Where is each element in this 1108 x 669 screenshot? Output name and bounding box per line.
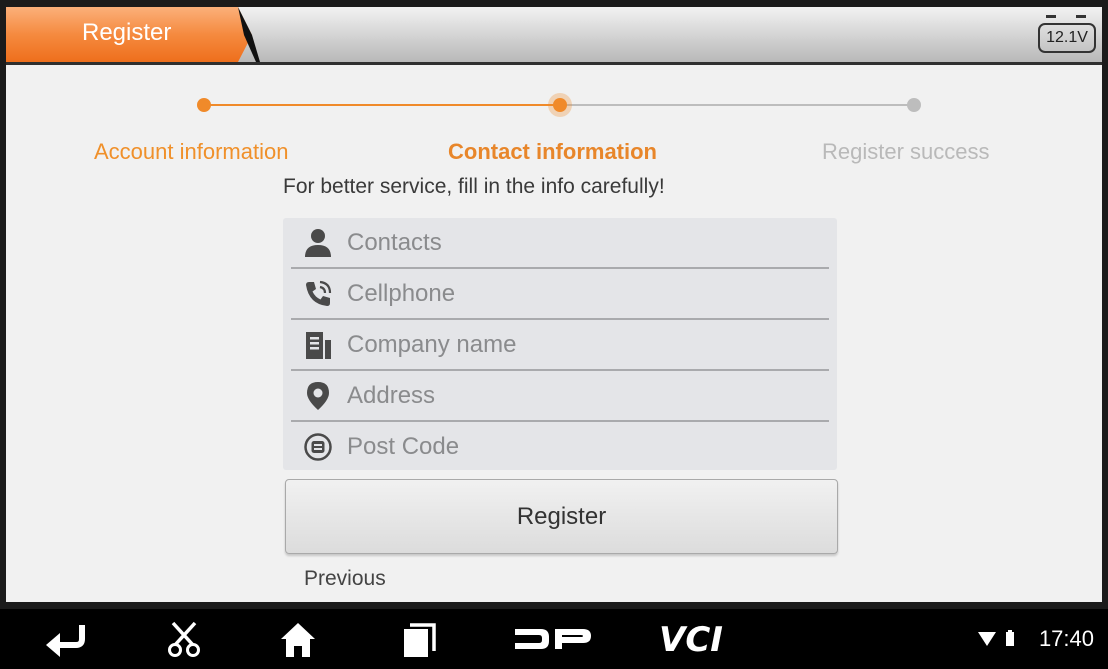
- navigation-bar: VCI 17:40: [0, 609, 1108, 669]
- register-button[interactable]: Register: [285, 479, 838, 554]
- address-input[interactable]: [345, 377, 819, 415]
- back-icon: [46, 625, 85, 657]
- home-icon: [281, 623, 315, 657]
- contacts-field[interactable]: [291, 218, 829, 269]
- person-icon: [305, 229, 331, 257]
- back-button[interactable]: [44, 619, 88, 659]
- post-code-input[interactable]: [345, 428, 819, 466]
- dp-button[interactable]: [513, 619, 593, 659]
- wifi-icon: [978, 632, 996, 646]
- post-code-field[interactable]: [291, 422, 829, 471]
- phone-icon: [306, 280, 332, 306]
- step-label-success: Register success: [822, 139, 990, 164]
- company-name-field[interactable]: [291, 320, 829, 371]
- step-dot-success: [907, 98, 921, 112]
- contacts-input[interactable]: [345, 224, 819, 262]
- battery-indicator: 12.1V: [1038, 15, 1096, 53]
- clock: 17:40: [1038, 626, 1094, 651]
- recents-icon: [404, 623, 436, 657]
- battery-terminal: [1046, 15, 1056, 18]
- screenshot-button[interactable]: [165, 619, 209, 659]
- postcode-icon: [304, 433, 332, 461]
- tab-title: Register: [82, 19, 172, 46]
- screen: Register 12.1V Account information Conta…: [0, 0, 1108, 669]
- svg-text:VCI: VCI: [659, 620, 723, 659]
- register-content: Account information Contact information …: [6, 65, 1102, 602]
- company-name-input[interactable]: [345, 326, 819, 364]
- step-label-account: Account information: [94, 139, 289, 164]
- battery-voltage: 12.1V: [1038, 23, 1096, 53]
- stepper-track: [197, 93, 921, 117]
- contact-form: [283, 218, 837, 470]
- home-button[interactable]: [278, 619, 322, 659]
- vci-button[interactable]: VCI: [659, 619, 739, 659]
- previous-link[interactable]: Previous: [304, 567, 386, 591]
- screenshot-icon: [168, 621, 200, 657]
- address-field[interactable]: [291, 371, 829, 422]
- battery-status-icon: [1006, 632, 1014, 646]
- title-bar: Register 12.1V: [6, 7, 1102, 65]
- register-tab[interactable]: Register: [6, 7, 260, 62]
- building-icon: [306, 332, 331, 359]
- form-hint: For better service, fill in the info car…: [283, 175, 665, 198]
- battery-terminal: [1076, 15, 1086, 18]
- cellphone-input[interactable]: [345, 275, 819, 313]
- vci-icon: VCI: [659, 620, 723, 659]
- step-dot-contact: [553, 98, 567, 112]
- cellphone-field[interactable]: [291, 269, 829, 320]
- step-label-contact: Contact information: [448, 139, 657, 164]
- step-dot-account: [197, 98, 211, 112]
- status-icons: [978, 630, 1014, 646]
- dp-icon: [515, 629, 591, 649]
- location-pin-icon: [307, 382, 329, 410]
- recents-button[interactable]: [400, 619, 444, 659]
